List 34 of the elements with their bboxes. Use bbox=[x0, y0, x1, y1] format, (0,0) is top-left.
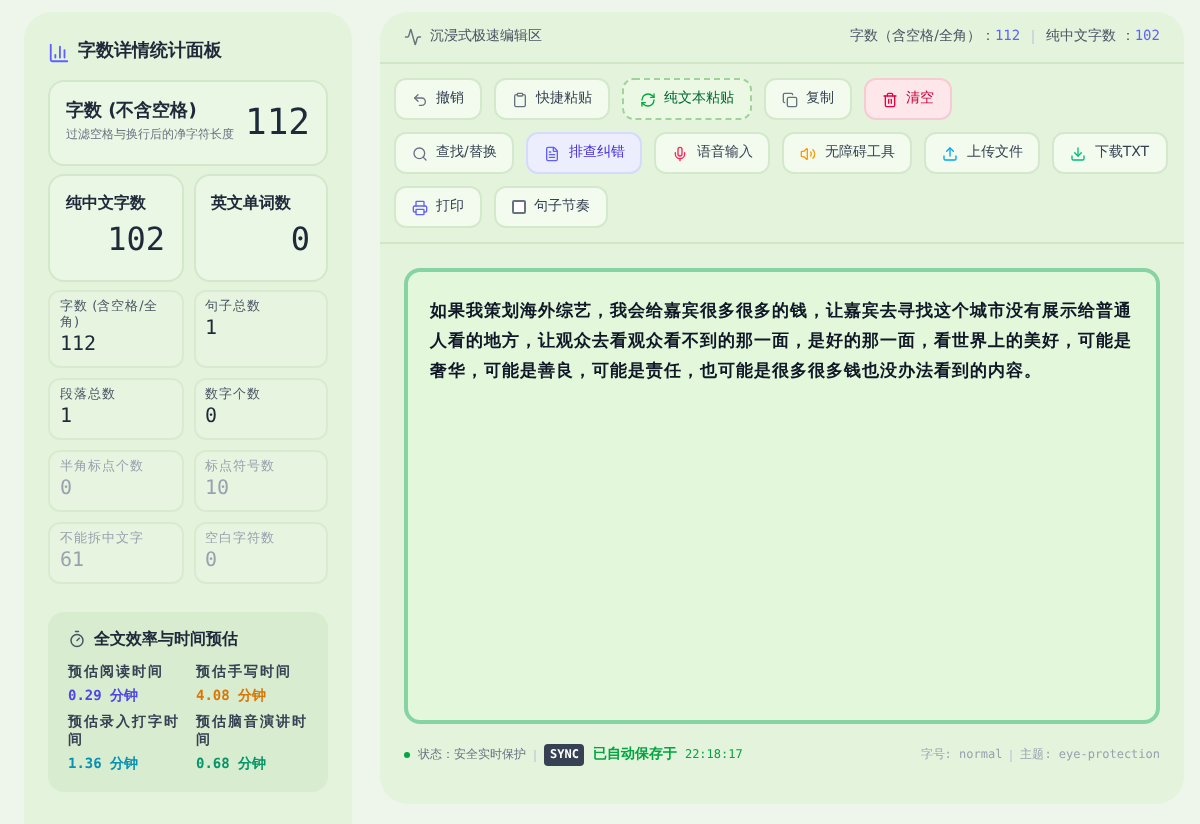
checkbox[interactable] bbox=[512, 200, 526, 214]
stat-value: 1 bbox=[60, 403, 75, 431]
stat-value: 112 bbox=[244, 99, 310, 147]
microphone-icon bbox=[672, 145, 689, 161]
card-title: 全文效率与时间预估 bbox=[94, 627, 238, 651]
download-icon bbox=[1070, 145, 1087, 161]
copy-icon bbox=[782, 91, 798, 107]
stat-value: 102 bbox=[107, 217, 165, 261]
document-icon bbox=[544, 145, 561, 161]
bar-chart-icon bbox=[48, 42, 70, 65]
undo-icon bbox=[412, 91, 428, 107]
stat-value: 0 bbox=[205, 403, 220, 431]
printer-icon bbox=[412, 199, 428, 215]
stat-value: 10 bbox=[205, 475, 232, 503]
refresh-icon bbox=[640, 91, 656, 107]
upload-icon bbox=[942, 145, 959, 161]
stat-value: 61 bbox=[60, 547, 87, 575]
stat-label: 纯中文字数 bbox=[66, 191, 148, 215]
trash-icon bbox=[882, 91, 898, 107]
clipboard-icon bbox=[512, 91, 528, 107]
timer-icon bbox=[68, 630, 86, 648]
stat-value: 0 bbox=[60, 475, 75, 503]
stat-value: 1 bbox=[205, 315, 220, 343]
stat-value: 0 bbox=[290, 217, 310, 261]
editor-text: 如果我策划海外综艺，我会给嘉宾很多很多的钱，让嘉宾去寻找这个城市没有展示给普通人看的地方，让观众去看观众看不到的那一面，是好的那一面，看世界上的美好，可能是奢华，可能是善良，可能是责任，也可能是很多很多钱也没办法看到的内容。 bbox=[430, 299, 1134, 386]
speaker-icon bbox=[800, 145, 817, 161]
search-icon bbox=[412, 145, 428, 161]
stat-value: 0 bbox=[205, 547, 220, 575]
stat-value: 112 bbox=[60, 331, 99, 359]
stat-label: 字数 (不含空格) bbox=[66, 100, 199, 127]
panel-title: 字数详情统计面板 bbox=[78, 40, 222, 66]
text-editor[interactable]: 如果我策划海外综艺，我会给嘉宾很多很多的钱，让嘉宾去寻找这个城市没有展示给普通人看的地方，让观众去看观众看不到的那一面，是好的那一面，看世界上的美好，可能是奢华，可能是善良，可能是责任，也可能是很多很多钱也没办法看到的内容。 bbox=[404, 268, 1160, 724]
stat-label: 英文单词数 bbox=[211, 191, 293, 215]
activity-icon bbox=[404, 28, 422, 46]
